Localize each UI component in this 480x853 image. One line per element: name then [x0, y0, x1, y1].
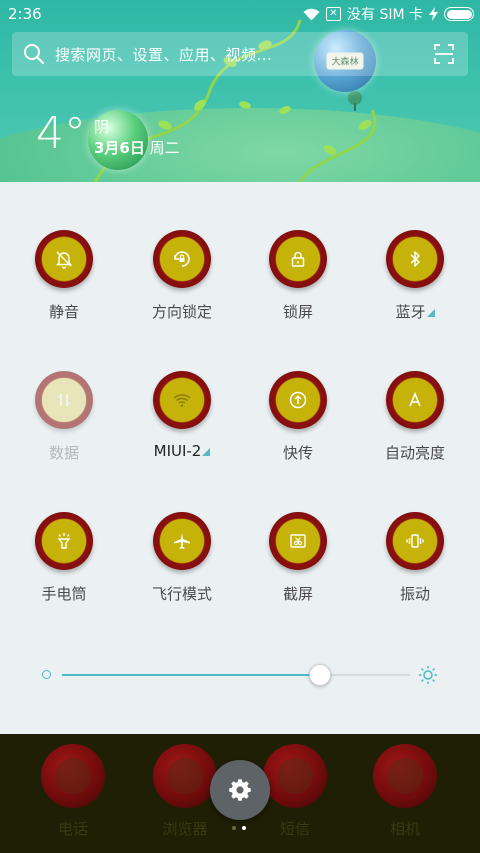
dock-app-label: 相机 [389, 820, 420, 838]
page-dot [232, 826, 236, 830]
more-indicator-icon [426, 309, 435, 317]
vibrate-icon [406, 534, 424, 548]
brightness-low-icon [42, 670, 51, 679]
brightness-track[interactable] [62, 664, 410, 686]
lock-icon [291, 251, 305, 267]
bluetooth-icon [410, 251, 420, 267]
weather-date-day: 3月6日 [94, 139, 145, 157]
toggle-rotation-lock[interactable]: 方向锁定 [122, 230, 242, 322]
toggle-screenshot[interactable]: 截屏 [238, 512, 358, 604]
toggle-flashlight[interactable]: 手电筒 [4, 512, 124, 604]
sim-x-icon: ✕ [326, 7, 341, 21]
mobile-data-icon [57, 393, 71, 407]
toggle-lock-screen[interactable]: 锁屏 [238, 230, 358, 322]
rotation-lock-icon [174, 251, 190, 267]
dock-app-label: 电话 [57, 820, 88, 838]
toggle-wifi[interactable]: MIUI-2 [122, 371, 242, 460]
toggle-mobile-data[interactable]: 数据 [4, 371, 124, 463]
dock-app-phone[interactable]: 电话 [18, 734, 128, 839]
toggle-label: 振动 [399, 585, 430, 603]
toggle-label: 快传 [282, 444, 313, 462]
toggle-auto-brightness[interactable]: 自动亮度 [355, 371, 475, 463]
search-placeholder: 搜索网页、设置、应用、视频... [55, 45, 273, 64]
status-right: ✕ 没有 SIM 卡 [303, 4, 474, 24]
toggle-label: 数据 [48, 444, 79, 462]
auto-brightness-icon [409, 391, 421, 407]
battery-full-icon [444, 7, 474, 21]
weather-condition: 阴 [94, 118, 110, 136]
status-time: 2:36 [8, 5, 42, 23]
dock-app-label: 短信 [279, 820, 310, 838]
message-icon [263, 744, 327, 808]
wifi-icon [173, 394, 191, 407]
page-indicator [232, 826, 246, 830]
gear-icon [229, 779, 251, 801]
toggle-label: 静音 [48, 303, 79, 321]
toggle-label-row: 蓝牙 [355, 301, 475, 322]
brightness-fill [62, 674, 320, 676]
toggle-label: 手电筒 [41, 585, 87, 603]
toggle-label: 方向锁定 [151, 303, 212, 321]
dock-app-label: 浏览器 [162, 820, 208, 838]
dock-app-camera[interactable]: 相机 [350, 734, 460, 839]
wifi-icon [303, 8, 320, 20]
toggle-label: 截屏 [282, 585, 313, 603]
airplane-icon [174, 533, 190, 549]
toggle-vibrate[interactable]: 振动 [355, 512, 475, 604]
toggle-label: MIUI-2 [153, 442, 202, 460]
page-dot-current [242, 826, 246, 830]
toggle-label-row: MIUI-2 [122, 442, 242, 460]
scan-icon[interactable] [434, 44, 454, 64]
weather-date: 3月6日 周二 [94, 137, 180, 158]
toggle-label: 蓝牙 [395, 303, 426, 321]
settings-button[interactable] [210, 760, 270, 820]
brightness-thumb[interactable] [308, 664, 331, 686]
toggle-airplane-mode[interactable]: 飞行模式 [122, 512, 242, 604]
screenshot-icon [290, 534, 306, 548]
more-indicator-icon [202, 448, 211, 456]
charging-bolt-icon [429, 7, 438, 21]
search-bar[interactable]: 搜索网页、设置、应用、视频... [12, 32, 468, 76]
toggle-bluetooth[interactable]: 蓝牙 [355, 230, 475, 322]
search-icon [24, 44, 45, 65]
brightness-high-icon [419, 666, 437, 684]
status-bar: 2:36 ✕ 没有 SIM 卡 [0, 0, 480, 28]
browser-icon [153, 744, 217, 808]
weather-temperature[interactable]: 4° [36, 108, 86, 159]
carrier-text: 没有 SIM 卡 [347, 7, 423, 23]
share-transfer-icon [289, 391, 307, 409]
toggle-silent[interactable]: 静音 [4, 230, 124, 322]
toggle-quick-transfer[interactable]: 快传 [238, 371, 358, 463]
bell-off-icon [55, 251, 73, 269]
phone-icon [41, 744, 105, 808]
weather-weekday: 周二 [149, 139, 180, 157]
toggle-label: 自动亮度 [384, 444, 445, 462]
toggle-label: 锁屏 [282, 303, 313, 321]
camera-icon [373, 744, 437, 808]
brightness-slider[interactable] [42, 660, 442, 690]
quick-settings-panel: 静音 方向锁定 锁屏 蓝牙 数据 MIUI-2 快传 自动亮度 手电筒 飞行模式… [0, 182, 480, 734]
toggle-label: 飞行模式 [151, 585, 212, 603]
flashlight-icon [57, 533, 71, 549]
